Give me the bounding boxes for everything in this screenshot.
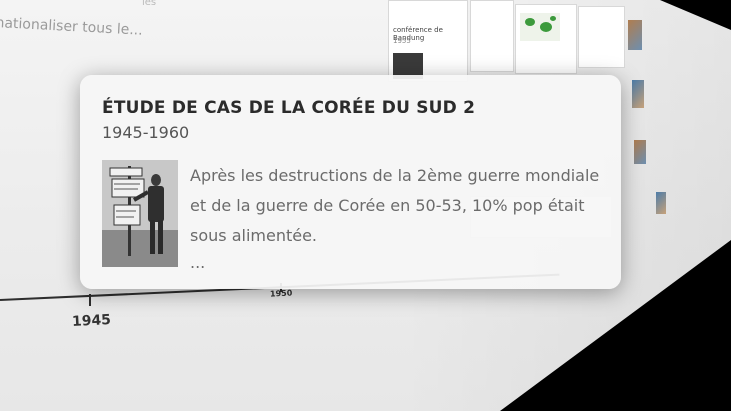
- bg-event-card-map[interactable]: [515, 4, 577, 74]
- bg-photo-thumb-3: [634, 140, 646, 164]
- event-date-range: 1945-1960: [102, 123, 190, 142]
- world-map-thumbnail: [520, 13, 560, 41]
- event-description: Après les destructions de la 2ème guerre…: [190, 166, 600, 245]
- bg-photo-thumb-4: [656, 192, 666, 214]
- soldier-photo-icon: [102, 160, 178, 267]
- bg-card-year: 1955: [393, 37, 411, 45]
- bg-snippet-small: les: [142, 0, 157, 8]
- bg-event-card-2[interactable]: [470, 0, 514, 72]
- timeline-tick-1945: [89, 294, 91, 306]
- event-title: ÉTUDE DE CAS DE LA CORÉE DU SUD 2: [102, 98, 476, 118]
- bg-event-card-3[interactable]: [578, 6, 625, 68]
- bg-event-card-bandung[interactable]: conférence de Bandung 1955: [388, 0, 468, 82]
- bg-photo-thumb-2: [632, 80, 644, 108]
- event-photo[interactable]: [102, 160, 178, 267]
- event-popup[interactable]: ÉTUDE DE CAS DE LA CORÉE DU SUD 2 1945-1…: [80, 75, 621, 289]
- event-description-more[interactable]: ...: [190, 253, 205, 272]
- timeline-year-1950: 1950: [269, 288, 293, 299]
- bg-photo-thumb-1: [628, 20, 642, 50]
- timeline-year-1945: 1945: [71, 311, 112, 331]
